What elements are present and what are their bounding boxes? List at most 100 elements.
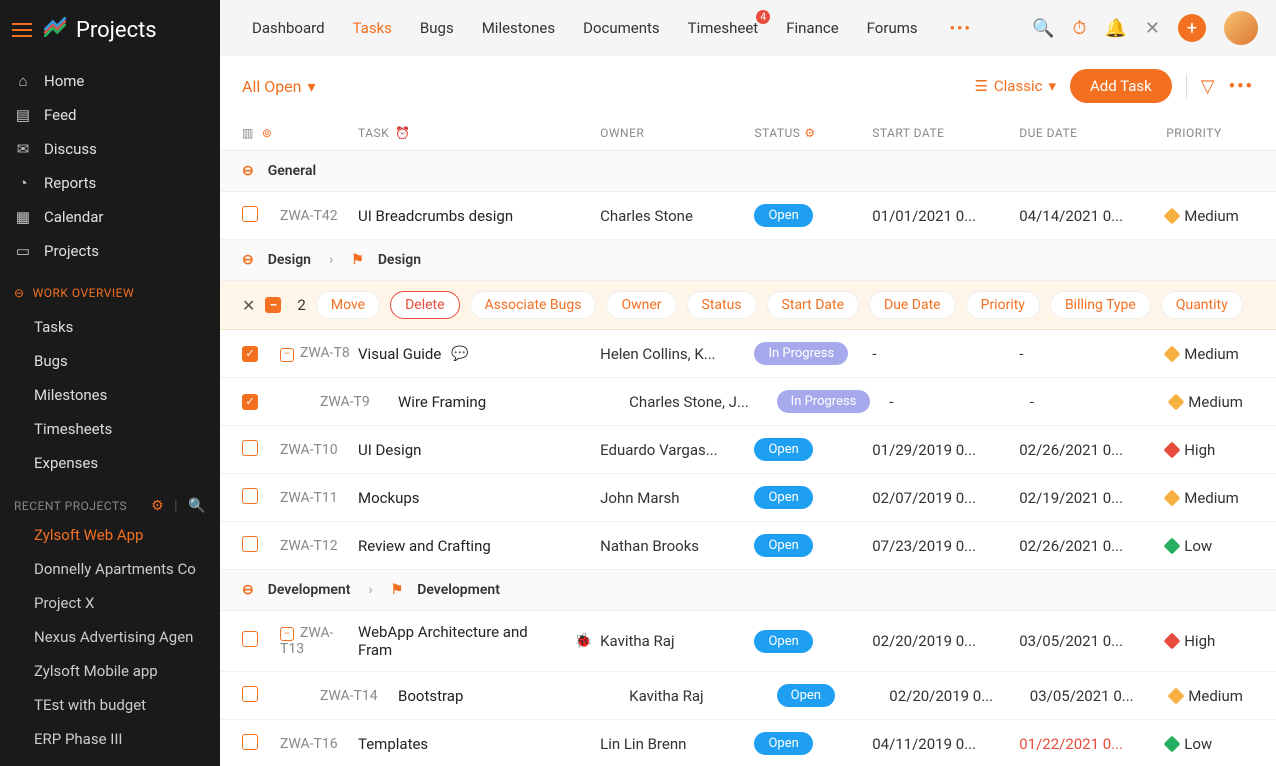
task-row[interactable]: ZWA-T10UI DesignEduardo Vargas...Open01/… [220,426,1276,474]
collapse-icon[interactable]: ⊖ [242,252,254,268]
avatar[interactable] [1224,11,1258,45]
col-start[interactable]: START DATE [872,126,1011,140]
nav-feed[interactable]: ▤Feed [0,98,220,132]
row-checkbox[interactable] [242,631,258,647]
nav-calendar[interactable]: ▦Calendar [0,200,220,234]
recent-project[interactable]: IIM-K [0,756,220,766]
status-badge[interactable]: Open [754,204,812,227]
collapse-icon[interactable]: ⊖ [242,163,254,179]
search-icon[interactable]: 🔍 [1032,18,1054,39]
work-timesheets[interactable]: Timesheets [0,412,220,446]
bulk-owner[interactable]: Owner [606,291,676,319]
recent-project[interactable]: TEst with budget [0,688,220,722]
row-checkbox[interactable] [242,346,258,362]
row-checkbox[interactable] [242,440,258,456]
row-checkbox[interactable] [242,686,258,702]
task-row[interactable]: ZWA-T14BootstrapKavitha RajOpen02/20/201… [220,672,1276,720]
status-badge[interactable]: Open [754,630,812,653]
timer-icon[interactable]: ⏱ [1072,18,1086,39]
group-header[interactable]: ⊖Development›⚑Development [220,570,1276,611]
more-icon[interactable]: ••• [1229,76,1254,97]
bulk-start-date[interactable]: Start Date [767,291,859,319]
tab-tasks[interactable]: Tasks [339,0,406,56]
tab-bugs[interactable]: Bugs [406,0,468,56]
bulk-status[interactable]: Status [687,291,757,319]
tab-timesheet[interactable]: Timesheet4 [674,0,773,56]
bug-icon[interactable]: 🐞 [575,633,592,649]
tab-documents[interactable]: Documents [569,0,674,56]
status-badge[interactable]: Open [754,534,812,557]
task-row[interactable]: ZWA-T12Review and CraftingNathan BrooksO… [220,522,1276,570]
status-badge[interactable]: Open [754,732,812,755]
bell-icon[interactable]: 🔔 [1104,18,1126,39]
col-task[interactable]: TASK [358,126,389,140]
tab-forums[interactable]: Forums [853,0,932,56]
col-due[interactable]: DUE DATE [1019,126,1158,140]
bulk-priority[interactable]: Priority [966,291,1040,319]
work-milestones[interactable]: Milestones [0,378,220,412]
nav-discuss[interactable]: ✉Discuss [0,132,220,166]
recent-project[interactable]: Zylsoft Web App [0,518,220,552]
search-icon[interactable]: 🔍 [188,498,206,514]
group-header[interactable]: ⊖Design›⚑Design [220,240,1276,281]
settings-icon[interactable]: ⚙ [151,498,164,514]
col-status[interactable]: STATUS [754,126,800,140]
task-row[interactable]: –ZWA-T8Visual Guide💬Helen Collins, K...I… [220,330,1276,378]
tab-dashboard[interactable]: Dashboard [238,0,339,56]
expand-all-icon[interactable]: ⊚ [262,126,273,140]
collapse-icon[interactable]: ⊖ [242,582,254,598]
task-row[interactable]: ZWA-T16TemplatesLin Lin BrennOpen04/11/2… [220,720,1276,766]
task-row[interactable]: –ZWA-T13WebApp Architecture and Fram🐞Kav… [220,611,1276,672]
bulk-due-date[interactable]: Due Date [869,291,956,319]
recent-project[interactable]: Zylsoft Mobile app [0,654,220,688]
status-badge[interactable]: In Progress [754,342,848,365]
chat-icon[interactable]: 💬 [451,346,468,362]
nav-projects[interactable]: ▭Projects [0,234,220,268]
status-badge[interactable]: Open [777,684,835,707]
bulk-quantity[interactable]: Quantity [1161,291,1243,319]
filter-icon[interactable]: ▽ [1201,76,1215,97]
nav-home[interactable]: ⌂Home [0,64,220,98]
work-bugs[interactable]: Bugs [0,344,220,378]
close-icon[interactable]: ✕ [242,296,255,315]
status-badge[interactable]: Open [754,438,812,461]
select-all-checkbox[interactable] [265,297,281,313]
view-classic[interactable]: ☰ Classic ▾ [974,77,1056,95]
task-row[interactable]: ZWA-T11MockupsJohn MarshOpen02/07/2019 0… [220,474,1276,522]
nav-reports[interactable]: ◔Reports [0,166,220,200]
tab-finance[interactable]: Finance [772,0,852,56]
more-tabs[interactable]: ••• [936,0,986,56]
recent-project[interactable]: Nexus Advertising Agen [0,620,220,654]
tools-icon[interactable]: ✕ [1145,18,1160,39]
bulk-move[interactable]: Move [316,291,380,319]
priority-icon [1164,489,1181,506]
row-checkbox[interactable] [242,734,258,750]
recent-project[interactable]: Project X [0,586,220,620]
work-expenses[interactable]: Expenses [0,446,220,480]
task-row[interactable]: ZWA-T9Wire FramingCharles Stone, J...In … [220,378,1276,426]
row-checkbox[interactable] [242,206,258,222]
row-checkbox[interactable] [242,536,258,552]
col-priority[interactable]: PRIORITY [1166,126,1254,140]
recent-project[interactable]: ERP Phase III [0,722,220,756]
bulk-associate-bugs[interactable]: Associate Bugs [470,291,597,319]
work-tasks[interactable]: Tasks [0,310,220,344]
work-overview-header[interactable]: ⊖ WORK OVERVIEW [0,272,220,306]
add-task-button[interactable]: Add Task [1070,69,1172,103]
col-owner[interactable]: OWNER [600,126,746,140]
task-row[interactable]: ZWA-T42UI Breadcrumbs designCharles Ston… [220,192,1276,240]
menu-toggle[interactable] [12,23,32,37]
bulk-delete[interactable]: Delete [390,291,459,319]
columns-icon[interactable]: ▥ [242,126,254,140]
bulk-billing-type[interactable]: Billing Type [1050,291,1151,319]
filter-all-open[interactable]: All Open▾ [242,77,316,96]
group-header[interactable]: ⊖General [220,151,1276,192]
tab-milestones[interactable]: Milestones [468,0,569,56]
row-checkbox[interactable] [242,394,258,410]
status-badge[interactable]: In Progress [777,390,871,413]
gear-icon[interactable]: ⚙ [804,126,815,140]
row-checkbox[interactable] [242,488,258,504]
recent-project[interactable]: Donnelly Apartments Co [0,552,220,586]
status-badge[interactable]: Open [754,486,812,509]
add-button[interactable]: + [1178,14,1206,42]
